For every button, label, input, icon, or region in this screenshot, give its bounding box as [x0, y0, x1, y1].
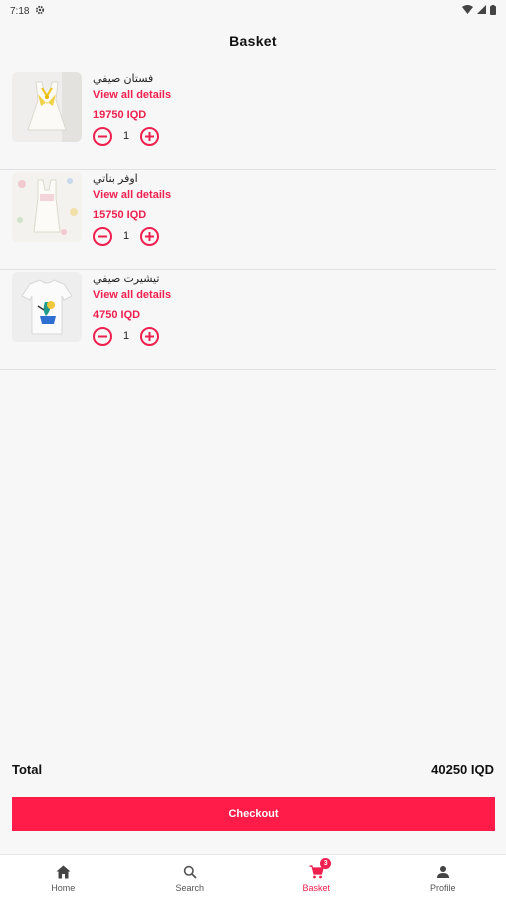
item-price: 4750 IQD: [93, 309, 141, 321]
nav-item-home[interactable]: Home: [0, 855, 127, 900]
nav-label: Home: [51, 883, 76, 893]
total-row: Total 40250 IQD: [12, 762, 494, 777]
status-time: 7:18: [10, 5, 30, 17]
quantity-value: 1: [122, 130, 130, 142]
total-value: 40250 IQD: [431, 762, 494, 777]
item-name: فستان صيفي: [93, 73, 154, 85]
plus-icon: [145, 231, 154, 241]
quantity-stepper: 1: [93, 125, 171, 147]
status-right: [462, 4, 496, 18]
settings-gear-icon: [35, 5, 45, 18]
cart-list: فستان صيفي View all details 19750 IQD 1: [0, 70, 506, 370]
increase-quantity-button[interactable]: [140, 126, 159, 146]
checkout-button[interactable]: Checkout: [12, 797, 495, 831]
cart-item: اوفر بناتي View all details 15750 IQD 1: [0, 170, 496, 270]
nav-label: Profile: [429, 883, 456, 893]
signal-icon: [477, 5, 486, 17]
decrease-quantity-button[interactable]: [93, 126, 112, 146]
bottom-navigation: Home Search 3 Basket Profile: [0, 854, 506, 900]
minus-icon: [98, 135, 107, 137]
nav-label: Search: [175, 883, 205, 893]
nav-item-profile[interactable]: Profile: [380, 855, 506, 900]
view-details-link[interactable]: View all details: [93, 87, 171, 105]
search-icon: [182, 864, 198, 880]
battery-icon: [490, 4, 496, 18]
nav-item-search[interactable]: Search: [127, 855, 254, 900]
quantity-stepper: 1: [93, 225, 171, 247]
quantity-value: 1: [122, 330, 130, 342]
app-header: Basket: [0, 22, 506, 60]
item-name: اوفر بناتي: [93, 173, 138, 185]
quantity-value: 1: [122, 230, 130, 242]
cart-icon: 3: [308, 858, 332, 880]
item-info: فستان صيفي View all details 19750 IQD 1: [93, 72, 171, 147]
product-image-summer-dress[interactable]: [12, 72, 82, 142]
item-price: 15750 IQD: [93, 209, 147, 221]
product-image-girls-overall[interactable]: [12, 172, 82, 242]
wifi-icon: [462, 5, 473, 17]
status-left: 7:18: [10, 5, 45, 18]
decrease-quantity-button[interactable]: [93, 226, 112, 246]
cart-item: تيشيرت صيفي View all details 4750 IQD 1: [0, 270, 496, 370]
item-info: تيشيرت صيفي View all details 4750 IQD 1: [93, 272, 171, 347]
quantity-stepper: 1: [93, 325, 171, 347]
person-icon: [435, 864, 451, 880]
plus-icon: [145, 131, 154, 141]
nav-label: Basket: [302, 883, 330, 893]
item-info: اوفر بناتي View all details 15750 IQD 1: [93, 172, 171, 247]
increase-quantity-button[interactable]: [140, 226, 159, 246]
view-details-link[interactable]: View all details: [93, 187, 171, 205]
page-title: Basket: [229, 33, 277, 49]
nav-item-basket[interactable]: 3 Basket: [253, 855, 380, 900]
minus-icon: [98, 335, 107, 337]
item-price: 19750 IQD: [93, 109, 147, 121]
cart-count-badge: 3: [320, 858, 332, 869]
minus-icon: [98, 235, 107, 237]
product-image-summer-tshirt[interactable]: [12, 272, 82, 342]
status-bar: 7:18: [0, 0, 506, 22]
plus-icon: [145, 331, 154, 341]
increase-quantity-button[interactable]: [140, 326, 159, 346]
decrease-quantity-button[interactable]: [93, 326, 112, 346]
total-label: Total: [12, 762, 43, 777]
view-details-link[interactable]: View all details: [93, 287, 171, 305]
cart-item: فستان صيفي View all details 19750 IQD 1: [0, 70, 496, 170]
home-icon: [55, 864, 71, 880]
item-name: تيشيرت صيفي: [93, 273, 160, 285]
